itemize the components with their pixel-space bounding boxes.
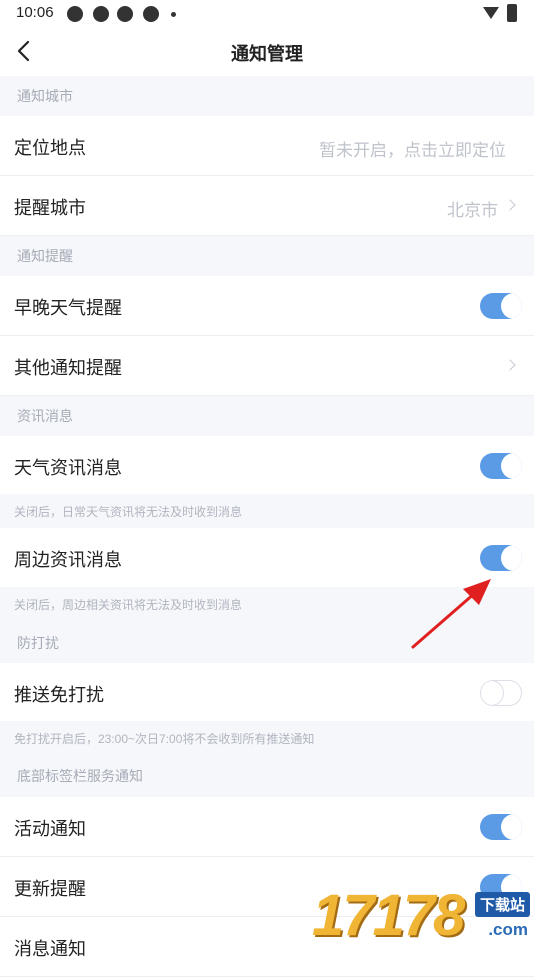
push-dnd-note: 免打扰开启后，23:00~次日7:00将不会收到所有推送通知 <box>0 721 534 755</box>
watermark-logo: 17178 下载站 .com <box>308 882 534 950</box>
page-title: 通知管理 <box>231 44 303 64</box>
section-header-notify-city: 通知城市 <box>0 76 534 116</box>
toggle-knob <box>501 545 522 571</box>
watermark-number: 17178 <box>312 883 465 948</box>
other-notice-label: 其他通知提醒 <box>14 358 122 378</box>
message-label: 消息通知 <box>14 939 86 959</box>
morning-evening-row: 早晚天气提醒 <box>0 276 534 336</box>
location-row[interactable]: 定位地点 暂未开启，点击立即定位 <box>0 116 534 176</box>
remind-city-value: 北京市 <box>447 201 498 220</box>
wifi-icon <box>483 7 499 19</box>
nearby-news-toggle[interactable] <box>480 545 522 571</box>
activity-toggle[interactable] <box>480 814 522 840</box>
toggle-knob <box>501 293 522 319</box>
morning-evening-label: 早晚天气提醒 <box>14 298 122 318</box>
chevron-right-icon <box>504 359 516 371</box>
toggle-knob <box>501 453 522 479</box>
chevron-right-icon <box>504 199 516 211</box>
push-dnd-row: 推送免打扰 <box>0 663 534 723</box>
morning-evening-toggle[interactable] <box>480 293 522 319</box>
app-notification-icon <box>117 6 133 22</box>
section-header-notify-remind: 通知提醒 <box>0 236 534 276</box>
annotation-arrow <box>411 579 491 649</box>
location-value: 暂未开启，点击立即定位 <box>319 141 506 160</box>
activity-row: 活动通知 <box>0 797 534 857</box>
app-notification-icon <box>143 6 159 22</box>
push-dnd-label: 推送免打扰 <box>14 685 104 705</box>
app-notification-icon <box>93 6 109 22</box>
toggle-knob <box>481 681 504 705</box>
remind-city-row[interactable]: 提醒城市 北京市 <box>0 176 534 236</box>
weather-news-toggle[interactable] <box>480 453 522 479</box>
section-header-news: 资讯消息 <box>0 396 534 436</box>
toggle-knob <box>501 814 522 840</box>
other-notice-row[interactable]: 其他通知提醒 <box>0 336 534 396</box>
status-time: 10:06 <box>16 4 54 21</box>
watermark-badge: 下载站 <box>474 892 530 917</box>
activity-label: 活动通知 <box>14 819 86 839</box>
remind-city-label: 提醒城市 <box>14 198 86 218</box>
status-bar: 10:06 <box>0 0 534 28</box>
weather-news-row: 天气资讯消息 <box>0 436 534 496</box>
nearby-news-label: 周边资讯消息 <box>14 550 122 570</box>
nav-header: 通知管理 <box>0 28 534 76</box>
watermark-domain: .com <box>488 920 528 939</box>
weather-news-label: 天气资讯消息 <box>14 458 122 478</box>
section-header-tabbar-service: 底部标签栏服务通知 <box>0 755 534 797</box>
app-notification-icon <box>67 6 83 22</box>
weather-news-note: 关闭后，日常天气资讯将无法及时收到消息 <box>0 494 534 528</box>
update-label: 更新提醒 <box>14 879 86 899</box>
more-notifications-dot-icon <box>171 12 176 17</box>
battery-icon <box>507 4 517 22</box>
location-label: 定位地点 <box>14 138 86 158</box>
push-dnd-toggle[interactable] <box>480 680 522 706</box>
